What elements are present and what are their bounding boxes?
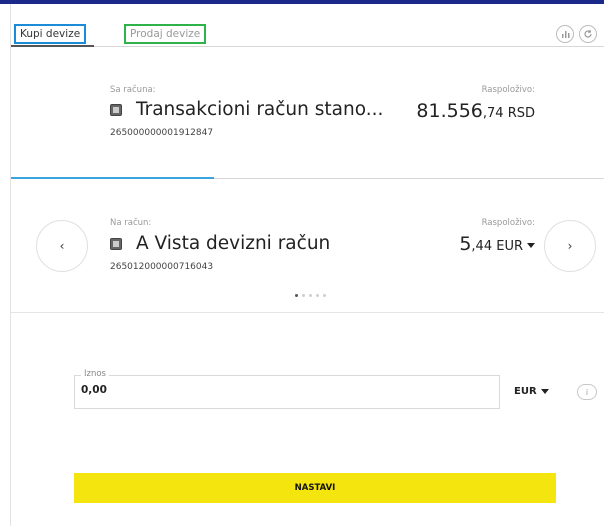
currency-select[interactable]: EUR — [514, 386, 549, 397]
carousel-dot[interactable] — [323, 294, 326, 297]
previous-account-button[interactable]: ‹ — [36, 220, 88, 272]
tab-sell[interactable]: Prodaj devize — [124, 24, 207, 44]
to-available-amount[interactable]: 5,44 EUR — [459, 233, 535, 255]
carousel-dots — [295, 294, 326, 297]
to-available-label: Raspoloživo: — [481, 218, 535, 228]
to-account-name: A Vista devizni račun — [136, 233, 331, 254]
chevron-down-icon — [540, 389, 549, 394]
to-account-number: 265012000000716043 — [110, 262, 214, 272]
carousel-dot[interactable] — [295, 294, 298, 297]
chevron-down-icon — [527, 243, 535, 248]
to-amount-decimals: ,44 EUR — [471, 239, 523, 254]
carousel-dot[interactable] — [302, 294, 305, 297]
carousel-dot[interactable] — [316, 294, 319, 297]
to-account-label: Na račun: — [110, 218, 152, 228]
to-amount-main: 5 — [459, 233, 472, 255]
account-card-icon — [110, 237, 122, 250]
tab-bar: Kupi devize Prodaj devize — [11, 4, 604, 47]
amount-input[interactable] — [81, 384, 381, 396]
from-available-amount: 81.556,74 RSD — [416, 100, 535, 122]
continue-button[interactable]: NASTAVI — [74, 473, 556, 503]
carousel-dot[interactable] — [309, 294, 312, 297]
amount-field: Iznos — [74, 369, 500, 409]
to-account-card[interactable]: ‹ Na račun: A Vista devizni račun 265012… — [11, 180, 604, 313]
currency-selected: EUR — [514, 386, 537, 397]
from-account-number: 265000000001912847 — [110, 128, 214, 138]
from-account-name-row: Transakcioni račun stano... — [110, 99, 383, 120]
refresh-icon[interactable] — [579, 25, 597, 43]
from-available-label: Raspoloživo: — [481, 85, 535, 95]
from-amount-decimals: ,74 RSD — [482, 106, 535, 121]
active-section-indicator — [11, 177, 214, 179]
from-account-label: Sa računa: — [110, 85, 156, 95]
from-account-name: Transakcioni račun stano... — [136, 99, 384, 120]
stats-icon[interactable] — [556, 25, 574, 43]
amount-label: Iznos — [81, 369, 109, 379]
from-amount-main: 81.556 — [416, 100, 483, 122]
account-card-icon — [110, 103, 122, 116]
next-account-button[interactable]: › — [544, 220, 596, 272]
to-account-name-row: A Vista devizni račun — [110, 233, 330, 254]
tab-buy[interactable]: Kupi devize — [14, 24, 87, 44]
from-account-card[interactable]: Sa računa: Transakcioni račun stano... 2… — [11, 47, 604, 179]
info-icon[interactable]: i — [577, 384, 597, 400]
